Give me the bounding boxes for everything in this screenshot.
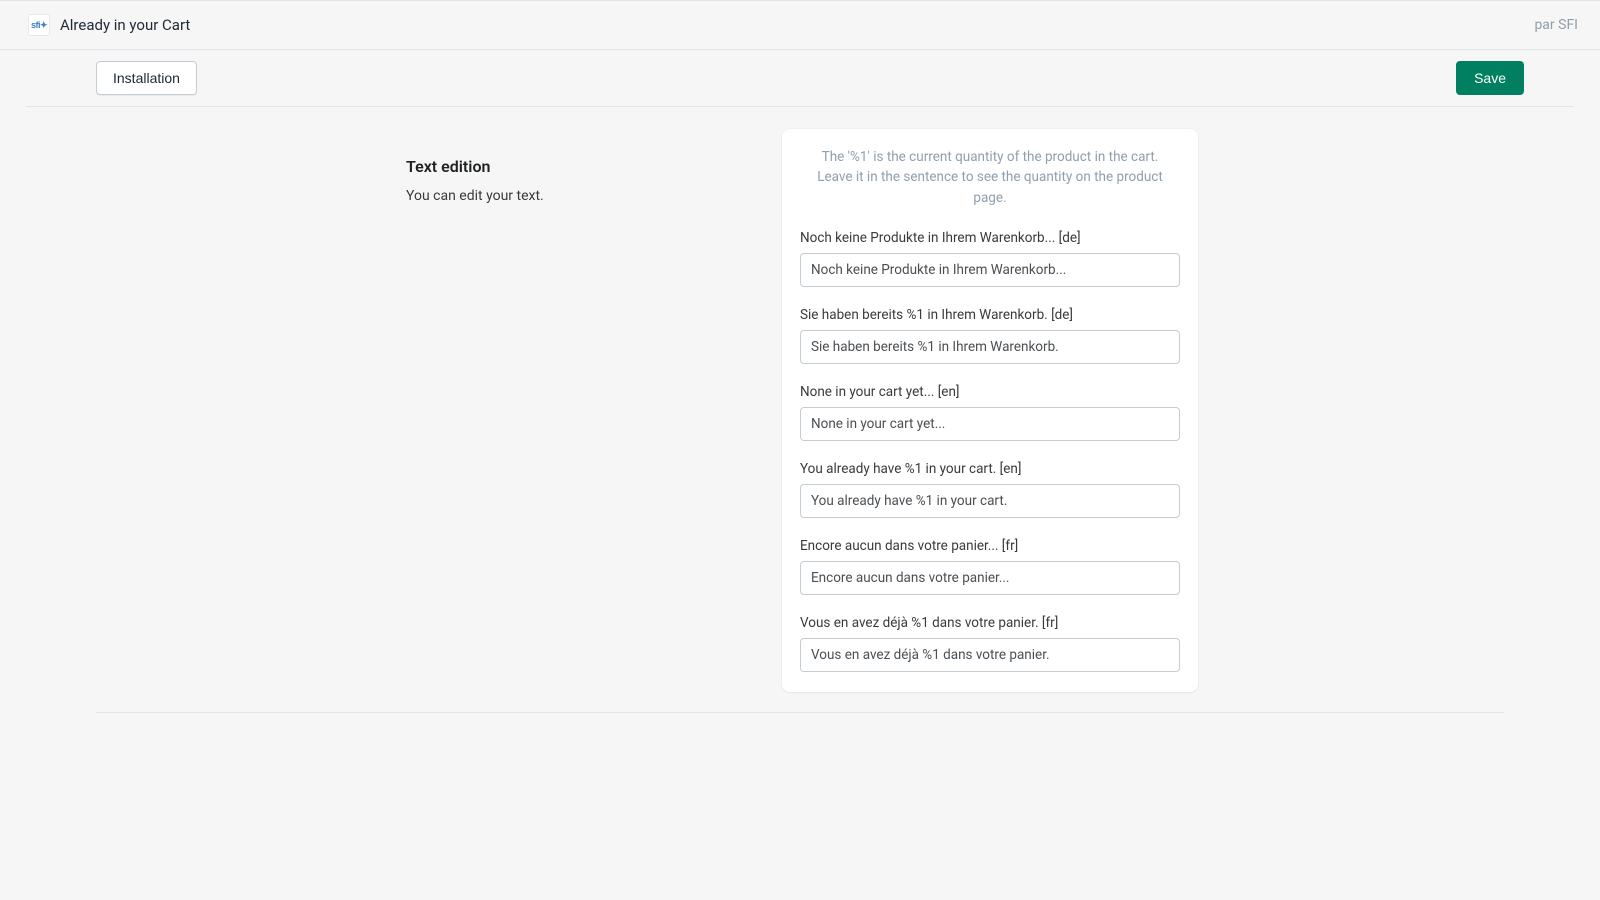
text-input-fr-have[interactable]	[800, 638, 1180, 672]
field-group-de-none: Noch keine Produkte in Ihrem Warenkorb..…	[800, 230, 1180, 287]
sub-bar: Installation Save	[26, 50, 1574, 107]
text-input-en-none[interactable]	[800, 407, 1180, 441]
field-group-fr-none: Encore aucun dans votre panier... [fr]	[800, 538, 1180, 595]
app-title: Already in your Cart	[60, 16, 190, 34]
field-group-fr-have: Vous en avez déjà %1 dans votre panier. …	[800, 615, 1180, 672]
field-group-de-have: Sie haben bereits %1 in Ihrem Warenkorb.…	[800, 307, 1180, 364]
section-header-col: Text edition You can edit your text.	[402, 129, 762, 204]
bottom-divider	[96, 712, 1504, 713]
field-group-en-have: You already have %1 in your cart. [en]	[800, 461, 1180, 518]
field-label: Encore aucun dans votre panier... [fr]	[800, 538, 1180, 554]
app-icon: sfi✦	[28, 14, 50, 36]
section-title: Text edition	[406, 157, 762, 176]
content-row: Text edition You can edit your text. The…	[96, 129, 1504, 692]
field-group-en-none: None in your cart yet... [en]	[800, 384, 1180, 441]
tab-installation[interactable]: Installation	[96, 61, 197, 95]
text-edition-panel: The '%1' is the current quantity of the …	[782, 129, 1198, 692]
content-wrap: Text edition You can edit your text. The…	[26, 107, 1574, 692]
text-input-en-have[interactable]	[800, 484, 1180, 518]
field-label: You already have %1 in your cart. [en]	[800, 461, 1180, 477]
help-text: The '%1' is the current quantity of the …	[800, 147, 1180, 208]
field-label: None in your cart yet... [en]	[800, 384, 1180, 400]
field-label: Sie haben bereits %1 in Ihrem Warenkorb.…	[800, 307, 1180, 323]
text-input-de-none[interactable]	[800, 253, 1180, 287]
text-input-fr-none[interactable]	[800, 561, 1180, 595]
top-bar: sfi✦ Already in your Cart par SFI	[0, 0, 1600, 50]
field-label: Vous en avez déjà %1 dans votre panier. …	[800, 615, 1180, 631]
top-bar-left: sfi✦ Already in your Cart	[28, 14, 190, 36]
author-label: par SFI	[1534, 17, 1578, 33]
save-button[interactable]: Save	[1456, 61, 1524, 95]
field-label: Noch keine Produkte in Ihrem Warenkorb..…	[800, 230, 1180, 246]
section-desc: You can edit your text.	[406, 188, 762, 204]
text-input-de-have[interactable]	[800, 330, 1180, 364]
